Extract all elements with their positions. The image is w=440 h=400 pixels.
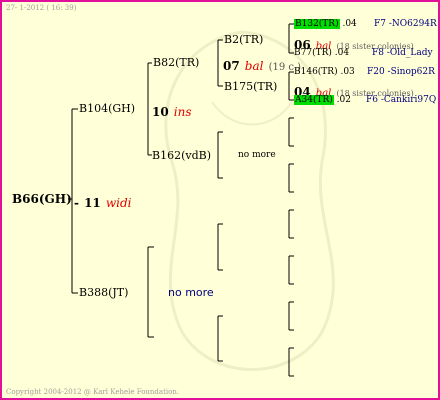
b146-id[interactable]: B146(TR) bbox=[294, 67, 338, 77]
b388-no-more: no more bbox=[168, 286, 214, 299]
b132-source: F7 -NO6294R bbox=[374, 19, 437, 29]
b77-source: F8 -Old_Lady bbox=[372, 48, 433, 58]
queen-b104[interactable]: B104(GH) bbox=[79, 102, 135, 115]
b132-id[interactable]: B132(TR) bbox=[294, 19, 340, 29]
root-queen-id[interactable]: B66(GH) bbox=[12, 192, 72, 206]
queen-b2[interactable]: B2(TR) bbox=[224, 33, 263, 46]
b104-number: 10 bbox=[152, 105, 169, 119]
b77-id[interactable]: B77(TR) bbox=[294, 48, 332, 58]
b77-year: .04 bbox=[334, 48, 350, 58]
root-number: 11 bbox=[84, 196, 101, 210]
b2-info: 07 bal (19 c.) bbox=[223, 55, 301, 74]
copyright-footer: Copyright 2004-2012 @ Karl Kehele Founda… bbox=[6, 388, 180, 396]
a34-year: .02 bbox=[336, 95, 351, 105]
pedigree-frame: 27- 1-2012 ( 16: 39) B66(GH) - 11 widi B… bbox=[0, 0, 440, 400]
queen-b162[interactable]: B162(vdB) bbox=[152, 149, 211, 162]
queen-b388[interactable]: B388(JT) bbox=[79, 286, 128, 299]
gen4-row-b77[interactable]: B77(TR) .04 bbox=[294, 48, 349, 58]
queen-b82[interactable]: B82(TR) bbox=[153, 56, 199, 69]
b2-number: 07 bbox=[223, 59, 240, 73]
b104-trait: ins bbox=[173, 105, 192, 119]
gen4-row-a34[interactable]: A34(TR) .02 bbox=[294, 95, 351, 105]
b146-year: .03 bbox=[340, 67, 355, 77]
a34-source: F6 -Cankiri97Q bbox=[366, 95, 437, 105]
b104-info: 10 ins bbox=[152, 101, 192, 120]
a34-id[interactable]: A34(TR) bbox=[294, 95, 334, 105]
b132-year: .04 bbox=[342, 19, 357, 29]
root-trait: widi bbox=[105, 196, 132, 210]
root-info: - 11 widi bbox=[74, 192, 132, 211]
queen-b175[interactable]: B175(TR) bbox=[224, 80, 277, 93]
root-dash: - bbox=[74, 196, 79, 210]
gen4-row-b146[interactable]: B146(TR) .03 bbox=[294, 67, 355, 77]
b162-no-more: no more bbox=[238, 150, 276, 160]
b146-source: F20 -Sinop62R bbox=[367, 67, 435, 77]
root-queen[interactable]: B66(GH) bbox=[12, 192, 72, 206]
b2-trait: bal bbox=[244, 59, 264, 73]
gen4-row-b132[interactable]: B132(TR) .04 bbox=[294, 19, 357, 29]
